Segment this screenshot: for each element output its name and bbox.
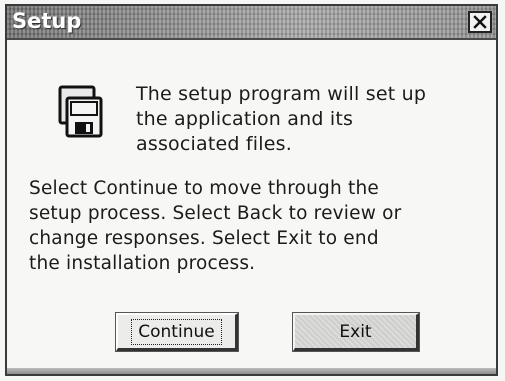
window-bottom-edge <box>7 368 496 374</box>
continue-button-label: Continue <box>131 318 222 345</box>
setup-dialog: Setup The setup program will set up the … <box>5 4 498 376</box>
close-icon <box>473 15 487 29</box>
title-bar[interactable]: Setup <box>7 6 496 40</box>
floppy-disks-icon <box>55 84 105 140</box>
close-button[interactable] <box>468 11 492 33</box>
window-title: Setup <box>12 9 82 33</box>
intro-text: The setup program will set up the applic… <box>136 83 427 155</box>
exit-button-label: Exit <box>339 321 372 342</box>
continue-button[interactable]: Continue <box>116 313 238 351</box>
instructions-text: Select Continue to move through the setu… <box>29 178 402 274</box>
exit-button[interactable]: Exit <box>293 313 419 351</box>
